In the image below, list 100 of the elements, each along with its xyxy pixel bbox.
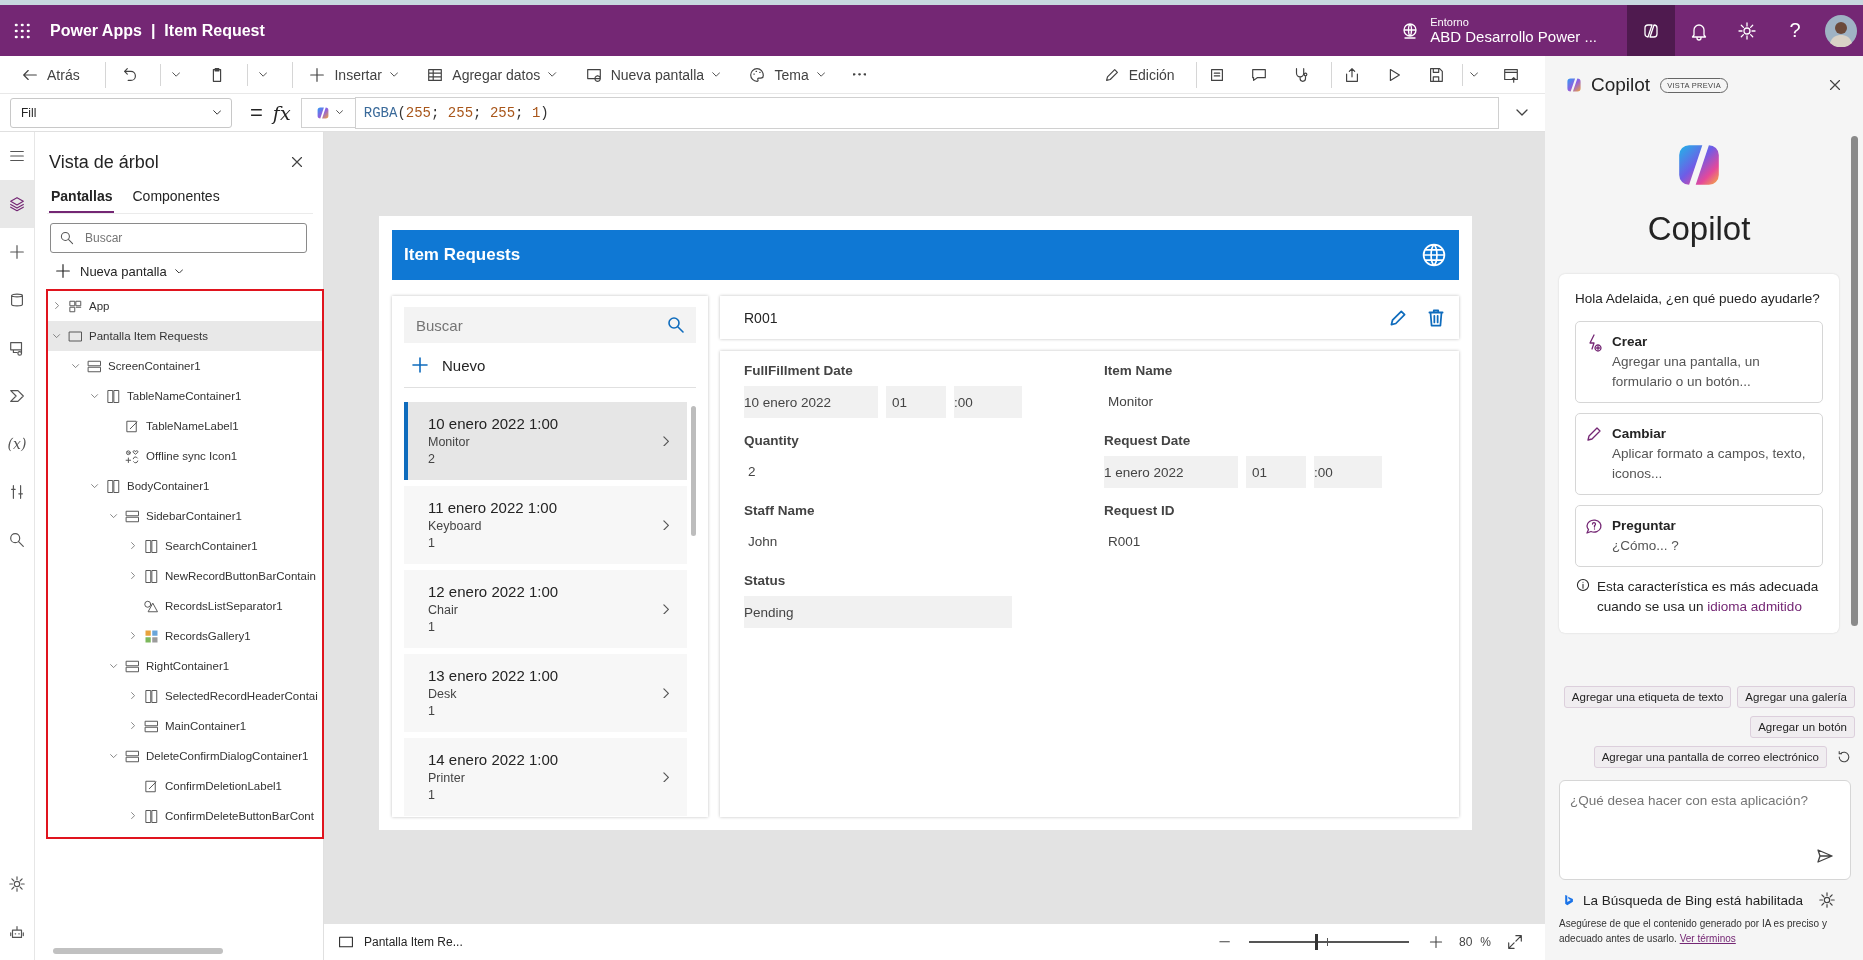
scrollbar[interactable] [53, 948, 223, 954]
link[interactable]: idioma admitido [1707, 599, 1802, 614]
gallery-item[interactable]: 11 enero 2022 1:00 Keyboard 1 [404, 486, 687, 564]
suggestion-chip[interactable]: Agregar una etiqueta de texto [1563, 686, 1732, 708]
tree-item[interactable]: MainContainer1 [48, 711, 322, 741]
columns-icon [144, 568, 159, 584]
edit-mode-button[interactable]: Edición [1095, 60, 1182, 89]
chevron-down-icon [259, 72, 268, 77]
search-field[interactable]: Buscar [404, 307, 696, 343]
prompt-card[interactable]: Crear Agregar una pantalla, un formulario o un botón... [1575, 321, 1823, 403]
columns-icon [144, 808, 159, 824]
tree-item[interactable]: TableNameContainer1 [48, 381, 322, 411]
screen-icon [68, 328, 83, 344]
tree-item[interactable]: DeleteConfirmDialogContainer1 [48, 741, 322, 771]
toolbar-menu-button[interactable]: Nueva pantalla [577, 60, 728, 89]
tree-item[interactable]: ConfirmDeletionLabel1 [48, 771, 322, 801]
field-value: 2 [747, 463, 757, 479]
icon-set-icon [125, 448, 140, 464]
help-button[interactable]: ? [1771, 5, 1819, 56]
scrollbar[interactable] [691, 406, 696, 536]
hour-field[interactable]: 01 [886, 386, 946, 418]
copilot-toggle[interactable] [1627, 5, 1675, 56]
date-field[interactable]: 10 enero 2022 [744, 386, 878, 418]
tools-icon [8, 483, 26, 501]
chevron-down-icon [548, 72, 557, 77]
prompt-card[interactable]: Cambiar Aplicar formato a campos, texto, iconos... [1575, 413, 1823, 495]
chevron-down-icon [816, 72, 826, 77]
gallery-item[interactable]: 12 enero 2022 1:00 Chair 1 [404, 570, 687, 648]
screen-name[interactable]: Pantalla Item Re... [364, 935, 463, 949]
app-title: Power Apps [50, 21, 142, 40]
minute-field[interactable]: :00 [1314, 456, 1382, 488]
function-label: fx [272, 101, 291, 124]
chevron-down-icon [53, 333, 61, 339]
tree-item[interactable]: Pantalla Item Requests [48, 321, 322, 351]
chevron-down-icon [110, 513, 118, 519]
chevron-right-icon [130, 542, 136, 550]
tree-item[interactable]: ConfirmDeleteButtonBarCont [48, 801, 322, 831]
gallery-item[interactable]: 13 enero 2022 1:00 Desk 1 [404, 654, 687, 732]
disclaimer-text: Asegúrese de que el contenido generado por IA es preciso y adecuado antes de usarlo. Ver términos [1559, 917, 1828, 946]
zoom-slider[interactable] [1248, 934, 1409, 950]
tree-item[interactable]: Offline sync Icon1 [48, 441, 322, 471]
gallery-item[interactable]: 14 enero 2022 1:00 Printer 1 [404, 738, 687, 816]
tree-item[interactable]: RecordsListSeparator1 [48, 591, 322, 621]
tab[interactable]: Componentes [130, 184, 222, 213]
tree-item[interactable]: SidebarContainer1 [48, 501, 322, 531]
tree-item[interactable]: ScreenContainer1 [48, 351, 322, 381]
prompt-input[interactable]: ¿Qué desea hacer con esta aplicación? [1560, 781, 1850, 879]
property-dropdown[interactable]: Fill [10, 97, 232, 128]
tab[interactable]: Pantallas [49, 184, 115, 213]
equals-sign: = [250, 99, 263, 126]
tree-item[interactable]: BodyContainer1 [48, 471, 322, 501]
formula-input[interactable]: RGBA(255; 255; 255; 1) [354, 96, 1499, 129]
new-record-button[interactable]: Nuevo [404, 343, 696, 387]
search-icon [666, 315, 686, 335]
search-input[interactable]: Buscar [414, 306, 666, 344]
chevron-right-icon [130, 812, 136, 820]
suggestion-chip[interactable]: Agregar una pantalla de correo electrónico [1593, 746, 1827, 768]
record-title: R001 [744, 309, 779, 326]
date-field[interactable]: 1 enero 2022 [1104, 456, 1238, 488]
tree-item[interactable]: App [48, 291, 322, 321]
toolbar-menu-button[interactable]: Insertar [301, 60, 406, 89]
chevron-right-icon [54, 302, 60, 310]
search-input[interactable]: Buscar [83, 223, 298, 253]
status-field[interactable]: Pending [744, 596, 1012, 628]
toolbar-menu-button[interactable]: Agregar datos [419, 60, 564, 89]
tree-item[interactable]: RightContainer1 [48, 651, 322, 681]
columns-icon [144, 688, 159, 704]
columns-icon [106, 388, 121, 404]
field-label: Item Name [1104, 363, 1174, 378]
chevron-down-icon [1469, 72, 1478, 77]
tree-item[interactable]: TableNameLabel1 [48, 411, 322, 441]
info-icon [1575, 577, 1591, 593]
terms-link[interactable]: Ver términos [1679, 933, 1736, 944]
avatar[interactable] [1825, 14, 1857, 47]
tree-item[interactable]: RecordsGallery1 [48, 621, 322, 651]
suggestion-chip[interactable]: Agregar una galería [1737, 686, 1855, 708]
tree-item[interactable]: SelectedRecordHeaderContai [48, 681, 322, 711]
toolbar-menu-button[interactable]: Tema [741, 60, 833, 89]
prompt-card[interactable]: Preguntar ¿Cómo... ? [1575, 505, 1823, 567]
panel-title: Copilot [1591, 74, 1651, 96]
scrollbar[interactable] [1851, 136, 1858, 626]
copilot-formula-button[interactable] [300, 97, 355, 128]
field-label: FullFillment Date [744, 363, 854, 378]
chevron-right-icon [130, 632, 136, 640]
new-screen-button[interactable]: Nueva pantalla [47, 257, 191, 285]
hour-field[interactable]: 01 [1246, 456, 1306, 488]
rail-button[interactable]: (x) [0, 420, 34, 468]
rail-button[interactable] [0, 180, 34, 228]
gallery-item[interactable]: 10 enero 2022 1:00 Monitor 2 [404, 402, 687, 480]
slider-thumb[interactable] [1315, 934, 1319, 950]
search-field[interactable]: Buscar [50, 223, 307, 253]
back-button[interactable]: Atrás [14, 60, 87, 89]
tree-item[interactable]: NewRecordButtonBarContain [48, 561, 322, 591]
tree-item[interactable]: SearchContainer1 [48, 531, 322, 561]
minute-field[interactable]: :00 [954, 386, 1022, 418]
chevron-down-icon [91, 393, 99, 399]
screen-icon [338, 934, 354, 950]
globe-icon[interactable] [1421, 242, 1447, 268]
environment-picker[interactable]: Entorno ABD Desarrollo Power ... [1400, 16, 1597, 45]
suggestion-chip[interactable]: Agregar un botón [1750, 716, 1855, 738]
